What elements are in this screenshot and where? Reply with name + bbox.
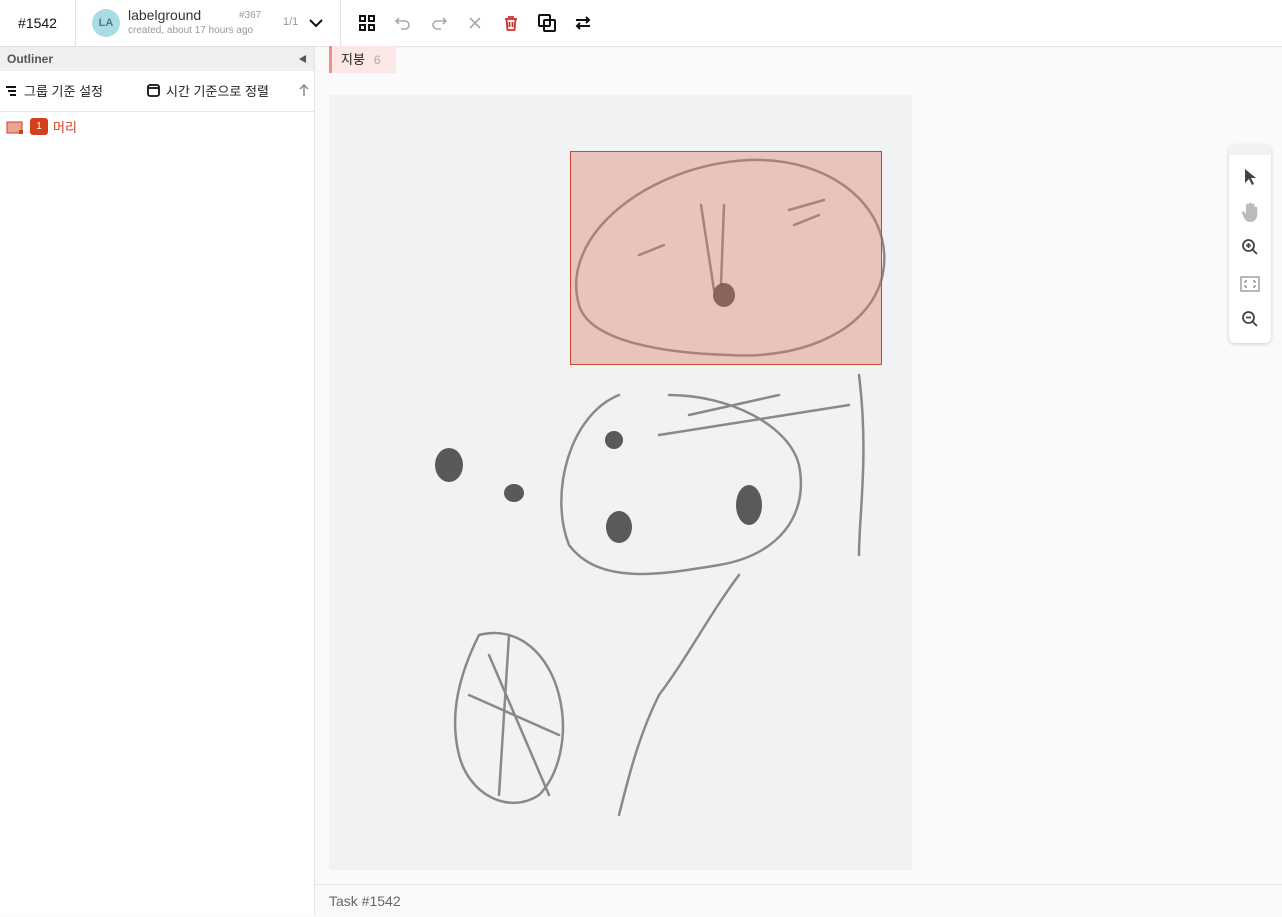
annotation-id: #367 <box>239 10 262 21</box>
calendar-icon <box>147 84 160 97</box>
top-bar: #1542 LA labelground created, about 17 h… <box>0 0 1282 47</box>
list-icon <box>6 85 16 96</box>
group-by-button[interactable]: 그룹 기준 설정 <box>5 81 103 100</box>
zoom-out-icon[interactable] <box>1238 307 1262 331</box>
undo-icon[interactable] <box>391 11 415 35</box>
bbox-icon <box>6 121 23 134</box>
annotation-selector[interactable]: LA labelground created, about 17 hours a… <box>76 0 341 46</box>
collapse-icon[interactable] <box>299 55 306 63</box>
pointer-icon[interactable] <box>1238 165 1262 189</box>
sort-by-time-label: 시간 기준으로 정렬 <box>166 84 269 99</box>
arrow-up-icon[interactable] <box>298 83 310 97</box>
item-badge: 1 <box>30 118 48 135</box>
tool-panel-handle[interactable] <box>1229 145 1271 155</box>
delete-icon[interactable] <box>499 11 523 35</box>
swap-icon[interactable] <box>571 11 595 35</box>
annotation-created: created, about 17 hours ago <box>128 25 254 36</box>
outliner-title: Outliner <box>7 52 54 66</box>
label-chip-count: 6 <box>373 53 381 67</box>
sort-by-time-button[interactable]: 시간 기준으로 정렬 <box>147 81 269 100</box>
fit-screen-icon[interactable] <box>1238 272 1262 296</box>
bounding-box-annotation[interactable] <box>570 151 882 365</box>
label-chip-name: 지붕 <box>341 52 365 67</box>
item-label: 머리 <box>53 120 77 135</box>
outline-item[interactable]: 1 머리 <box>5 117 77 136</box>
hand-icon[interactable] <box>1238 200 1262 224</box>
status-footer: Task #1542 <box>315 884 1282 915</box>
canvas-tool-panel <box>1229 145 1271 343</box>
avatar: LA <box>92 9 120 37</box>
zoom-in-icon[interactable] <box>1238 235 1262 259</box>
redo-icon[interactable] <box>427 11 451 35</box>
task-id: #1542 <box>0 0 76 46</box>
close-icon[interactable] <box>463 11 487 35</box>
copy-icon[interactable] <box>535 11 559 35</box>
outliner-header: Outliner <box>0 47 314 71</box>
outliner-panel: Outliner 그룹 기준 설정 시간 기준으로 정렬 1 머리 <box>0 47 315 915</box>
label-chip[interactable]: 지붕 6 <box>329 46 396 73</box>
annotation-user: labelground <box>128 7 202 23</box>
group-by-label: 그룹 기준 설정 <box>24 84 103 99</box>
chevron-down-icon[interactable] <box>306 13 326 33</box>
grid-icon[interactable] <box>355 11 379 35</box>
outliner-toolbar: 그룹 기준 설정 시간 기준으로 정렬 <box>0 71 314 112</box>
annotation-count: 1/1 <box>283 16 299 28</box>
